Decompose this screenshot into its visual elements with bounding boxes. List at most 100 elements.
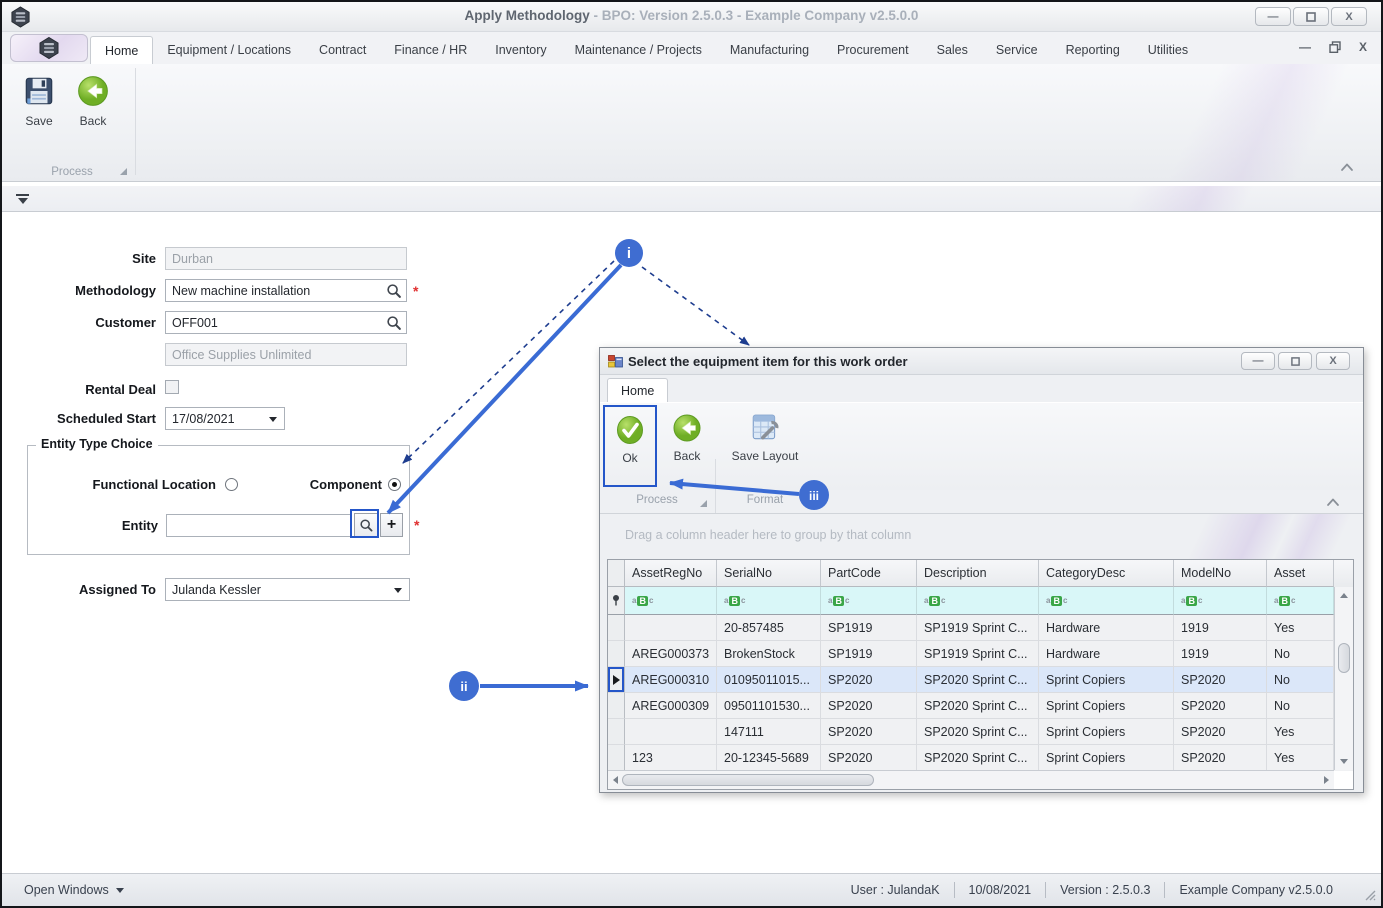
grid-cell[interactable]: 01095011015... xyxy=(717,667,821,693)
tab-maintenance-projects[interactable]: Maintenance / Projects xyxy=(561,36,716,64)
tab-utilities[interactable]: Utilities xyxy=(1134,36,1202,64)
grid-cell[interactable]: Hardware xyxy=(1039,615,1174,641)
tab-sales[interactable]: Sales xyxy=(923,36,982,64)
tab-manufacturing[interactable]: Manufacturing xyxy=(716,36,823,64)
grid-cell[interactable]: SP1919 Sprint C... xyxy=(917,641,1039,667)
save-layout-button[interactable]: Save Layout xyxy=(719,405,811,487)
resize-grip-icon[interactable] xyxy=(1364,889,1377,902)
grid-cell[interactable]: SP1919 xyxy=(821,641,917,667)
group-expand-icon[interactable] xyxy=(120,168,127,175)
grid-cell[interactable]: Yes xyxy=(1267,719,1334,745)
grid-cell[interactable]: 1919 xyxy=(1174,641,1267,667)
grid-cell[interactable]: Sprint Copiers xyxy=(1039,719,1174,745)
grid-cell[interactable]: Yes xyxy=(1267,745,1334,771)
dialog-ribbon-collapse-icon[interactable] xyxy=(1325,496,1341,508)
grid-cell[interactable]: SP2020 xyxy=(821,667,917,693)
table-row[interactable]: AREG000309 09501101530... SP2020 SP2020 Spr… xyxy=(608,693,1353,719)
grid-cell[interactable]: Yes xyxy=(1267,615,1334,641)
grid-cell[interactable]: SP2020 Sprint C... xyxy=(917,667,1039,693)
grid-cell[interactable]: SP2020 xyxy=(821,745,917,771)
scroll-right-icon[interactable] xyxy=(1324,776,1329,784)
save-button[interactable]: Save xyxy=(14,68,64,154)
grid-cell[interactable]: SP2020 xyxy=(1174,745,1267,771)
grid-cell[interactable]: SP2020 xyxy=(821,719,917,745)
tab-procurement[interactable]: Procurement xyxy=(823,36,923,64)
table-row[interactable]: 123 20-12345-5689 SP2020 SP2020 Sprint C...… xyxy=(608,745,1353,771)
table-row[interactable]: AREG000373 BrokenStock SP1919 SP1919 Sprint… xyxy=(608,641,1353,667)
search-icon[interactable] xyxy=(386,283,402,299)
dropdown-arrow-icon[interactable] xyxy=(394,588,402,593)
ribbon-collapse-icon[interactable] xyxy=(1339,161,1355,173)
grid-cell[interactable]: Sprint Copiers xyxy=(1039,745,1174,771)
grid-cell[interactable]: SP2020 xyxy=(1174,667,1267,693)
column-header-modelno[interactable]: ModelNo xyxy=(1174,560,1267,587)
tab-home[interactable]: Home xyxy=(90,36,154,64)
grid-cell[interactable]: AREG000310 xyxy=(625,667,717,693)
rental-deal-checkbox[interactable] xyxy=(165,380,179,394)
table-row[interactable]: 20-857485 SP1919 SP1919 Sprint C... Hardwar… xyxy=(608,615,1353,641)
grid-cell[interactable]: BrokenStock xyxy=(717,641,821,667)
column-header-asset[interactable]: Asset xyxy=(1267,560,1334,587)
tab-service[interactable]: Service xyxy=(982,36,1052,64)
grid-cell[interactable]: No xyxy=(1267,641,1334,667)
grid-cell[interactable]: Hardware xyxy=(1039,641,1174,667)
minimize-button[interactable]: — xyxy=(1255,7,1291,26)
column-header-serialno[interactable]: SerialNo xyxy=(717,560,821,587)
grid-cell[interactable]: SP2020 xyxy=(1174,693,1267,719)
filter-cell-serialno[interactable]: aBc xyxy=(717,587,821,615)
scroll-left-icon[interactable] xyxy=(613,776,618,784)
column-header-description[interactable]: Description xyxy=(917,560,1039,587)
group-by-panel[interactable]: Drag a column header here to group by th… xyxy=(600,514,1363,559)
grid-cell[interactable] xyxy=(625,719,717,745)
grid-cell[interactable]: SP2020 Sprint C... xyxy=(917,693,1039,719)
grid-cell[interactable]: No xyxy=(1267,693,1334,719)
table-row[interactable]: 147111 SP2020 SP2020 Sprint C... Sprint Cop… xyxy=(608,719,1353,745)
close-button[interactable]: X xyxy=(1331,7,1367,26)
filter-cell-description[interactable]: aBc xyxy=(917,587,1039,615)
dialog-minimize-button[interactable]: — xyxy=(1241,352,1275,370)
open-windows-dropdown[interactable]: Open Windows xyxy=(24,883,124,897)
filter-pin-icon[interactable] xyxy=(608,587,625,615)
methodology-field[interactable]: New machine installation xyxy=(165,279,407,302)
grid-cell[interactable]: No xyxy=(1267,667,1334,693)
table-row[interactable]: AREG000310 01095011015... SP2020 SP2020 Spr… xyxy=(608,667,1353,693)
grid-cell[interactable]: 20-857485 xyxy=(717,615,821,641)
filter-cell-categorydesc[interactable]: aBc xyxy=(1039,587,1174,615)
grid-cell[interactable]: SP1919 Sprint C... xyxy=(917,615,1039,641)
grid-cell[interactable]: Sprint Copiers xyxy=(1039,693,1174,719)
grid-cell[interactable]: SP2020 xyxy=(821,693,917,719)
horizontal-scroll-thumb[interactable] xyxy=(622,774,874,786)
entity-field[interactable] xyxy=(166,514,351,537)
scroll-down-icon[interactable] xyxy=(1340,759,1348,764)
tab-equipment-locations[interactable]: Equipment / Locations xyxy=(153,36,305,64)
grid-cell[interactable]: 09501101530... xyxy=(717,693,821,719)
grid-cell[interactable]: AREG000373 xyxy=(625,641,717,667)
grid-cell[interactable]: SP1919 xyxy=(821,615,917,641)
tab-contract[interactable]: Contract xyxy=(305,36,380,64)
functional-location-radio[interactable] xyxy=(225,478,238,491)
customer-field[interactable]: OFF001 xyxy=(165,311,407,334)
filter-cell-partcode[interactable]: aBc xyxy=(821,587,917,615)
search-icon[interactable] xyxy=(386,315,402,331)
application-menu-button[interactable] xyxy=(10,34,88,62)
grid-cell[interactable]: SP2020 Sprint C... xyxy=(917,745,1039,771)
grid-cell[interactable]: 123 xyxy=(625,745,717,771)
vertical-scrollbar[interactable] xyxy=(1334,587,1353,770)
column-header-partcode[interactable]: PartCode xyxy=(821,560,917,587)
grid-cell[interactable] xyxy=(625,615,717,641)
dialog-back-button[interactable]: Back xyxy=(662,405,712,487)
tab-reporting[interactable]: Reporting xyxy=(1052,36,1134,64)
dropdown-arrow-icon[interactable] xyxy=(269,417,277,422)
grid-cell[interactable]: SP2020 Sprint C... xyxy=(917,719,1039,745)
grid-cell[interactable]: 1919 xyxy=(1174,615,1267,641)
mdi-minimize-icon[interactable]: — xyxy=(1299,40,1311,54)
maximize-button[interactable] xyxy=(1293,7,1329,26)
mdi-close-icon[interactable]: X xyxy=(1359,40,1367,54)
grid-cell[interactable]: 20-12345-5689 xyxy=(717,745,821,771)
scheduled-start-field[interactable]: 17/08/2021 xyxy=(165,407,285,430)
grid-cell[interactable]: Sprint Copiers xyxy=(1039,667,1174,693)
grid-cell[interactable]: SP2020 xyxy=(1174,719,1267,745)
entity-add-button[interactable]: + xyxy=(380,513,403,537)
grid-cell[interactable]: AREG000309 xyxy=(625,693,717,719)
filter-cell-asset[interactable]: aBc xyxy=(1267,587,1334,615)
